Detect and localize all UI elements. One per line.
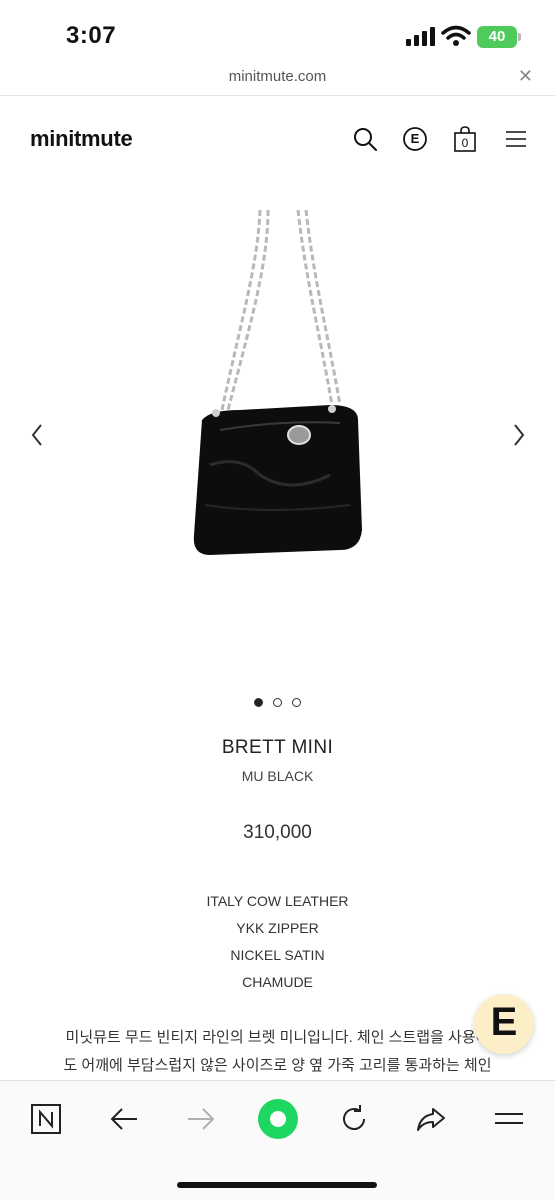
- battery-level: 40: [488, 28, 506, 45]
- chain-strap: [220, 209, 342, 411]
- carousel-dots: [0, 694, 555, 712]
- cellular-signal-icon: [406, 27, 435, 46]
- share-icon[interactable]: [411, 1099, 451, 1139]
- url-text[interactable]: minitmute.com: [0, 68, 555, 85]
- arrow-left-icon: [110, 1108, 137, 1130]
- address-bar[interactable]: minitmute.com ✕: [0, 60, 555, 96]
- hamburger-icon: [495, 1113, 523, 1124]
- wifi-icon: [441, 25, 471, 46]
- search-icon[interactable]: [352, 126, 378, 152]
- product-gallery[interactable]: [0, 190, 555, 680]
- battery-tip: [518, 33, 521, 41]
- share-arrow-icon: [417, 1108, 445, 1131]
- spec-line: CHAMUDE: [242, 974, 313, 990]
- description-line: 미닛뮤트 무드 빈티지 라인의 브렛 미니입니다. 체인 스트랩을 사용해: [65, 1029, 490, 1046]
- product-image: [193, 209, 362, 555]
- cart-icon[interactable]: 0: [452, 126, 478, 152]
- chevron-left-icon[interactable]: [26, 420, 50, 450]
- carousel-dot-1[interactable]: [253, 698, 263, 707]
- site-header: minitmute E 0: [0, 96, 555, 182]
- description-line: 도 어깨에 부담스럽지 않은 사이즈로 양 옆 가죽 고리를 통과하는 체인: [63, 1057, 492, 1074]
- product-name: BRETT MINI: [221, 737, 334, 758]
- spec-line: ITALY COW LEATHER: [206, 893, 349, 909]
- forward-icon[interactable]: [181, 1099, 221, 1139]
- green-circle-icon: [258, 1099, 298, 1139]
- carousel-dot-3[interactable]: [292, 698, 302, 707]
- close-icon[interactable]: ✕: [518, 66, 533, 87]
- floating-e-button[interactable]: E: [474, 994, 534, 1054]
- site-logo[interactable]: minitmute: [30, 126, 133, 152]
- naver-n-icon: [31, 1104, 61, 1134]
- cart-count: 0: [461, 136, 469, 150]
- refresh-icon: [343, 1105, 365, 1130]
- browser-toolbar: [0, 1080, 555, 1200]
- e-money-icon[interactable]: E: [402, 126, 428, 152]
- status-bar: 3:07 40: [0, 0, 555, 60]
- reload-icon[interactable]: [334, 1099, 374, 1139]
- spec-line: NICKEL SATIN: [230, 947, 325, 963]
- product-color: MU BLACK: [241, 768, 314, 784]
- carousel-dot-2[interactable]: [273, 698, 282, 707]
- e-icon-letter: E: [410, 131, 420, 146]
- spec-line: YKK ZIPPER: [236, 920, 319, 936]
- battery-icon: 40: [477, 26, 517, 48]
- menu-icon[interactable]: [489, 1099, 529, 1139]
- menu-icon[interactable]: [503, 126, 529, 152]
- naver-icon[interactable]: [26, 1099, 66, 1139]
- back-icon[interactable]: [104, 1099, 144, 1139]
- product-price: 310,000: [243, 822, 312, 843]
- home-indicator: [177, 1182, 377, 1188]
- arrow-right-icon: [188, 1108, 215, 1130]
- chevron-right-icon[interactable]: [506, 420, 530, 450]
- fab-label: E: [490, 1000, 518, 1044]
- home-green-icon[interactable]: [256, 1097, 300, 1141]
- clock: 3:07: [66, 22, 117, 49]
